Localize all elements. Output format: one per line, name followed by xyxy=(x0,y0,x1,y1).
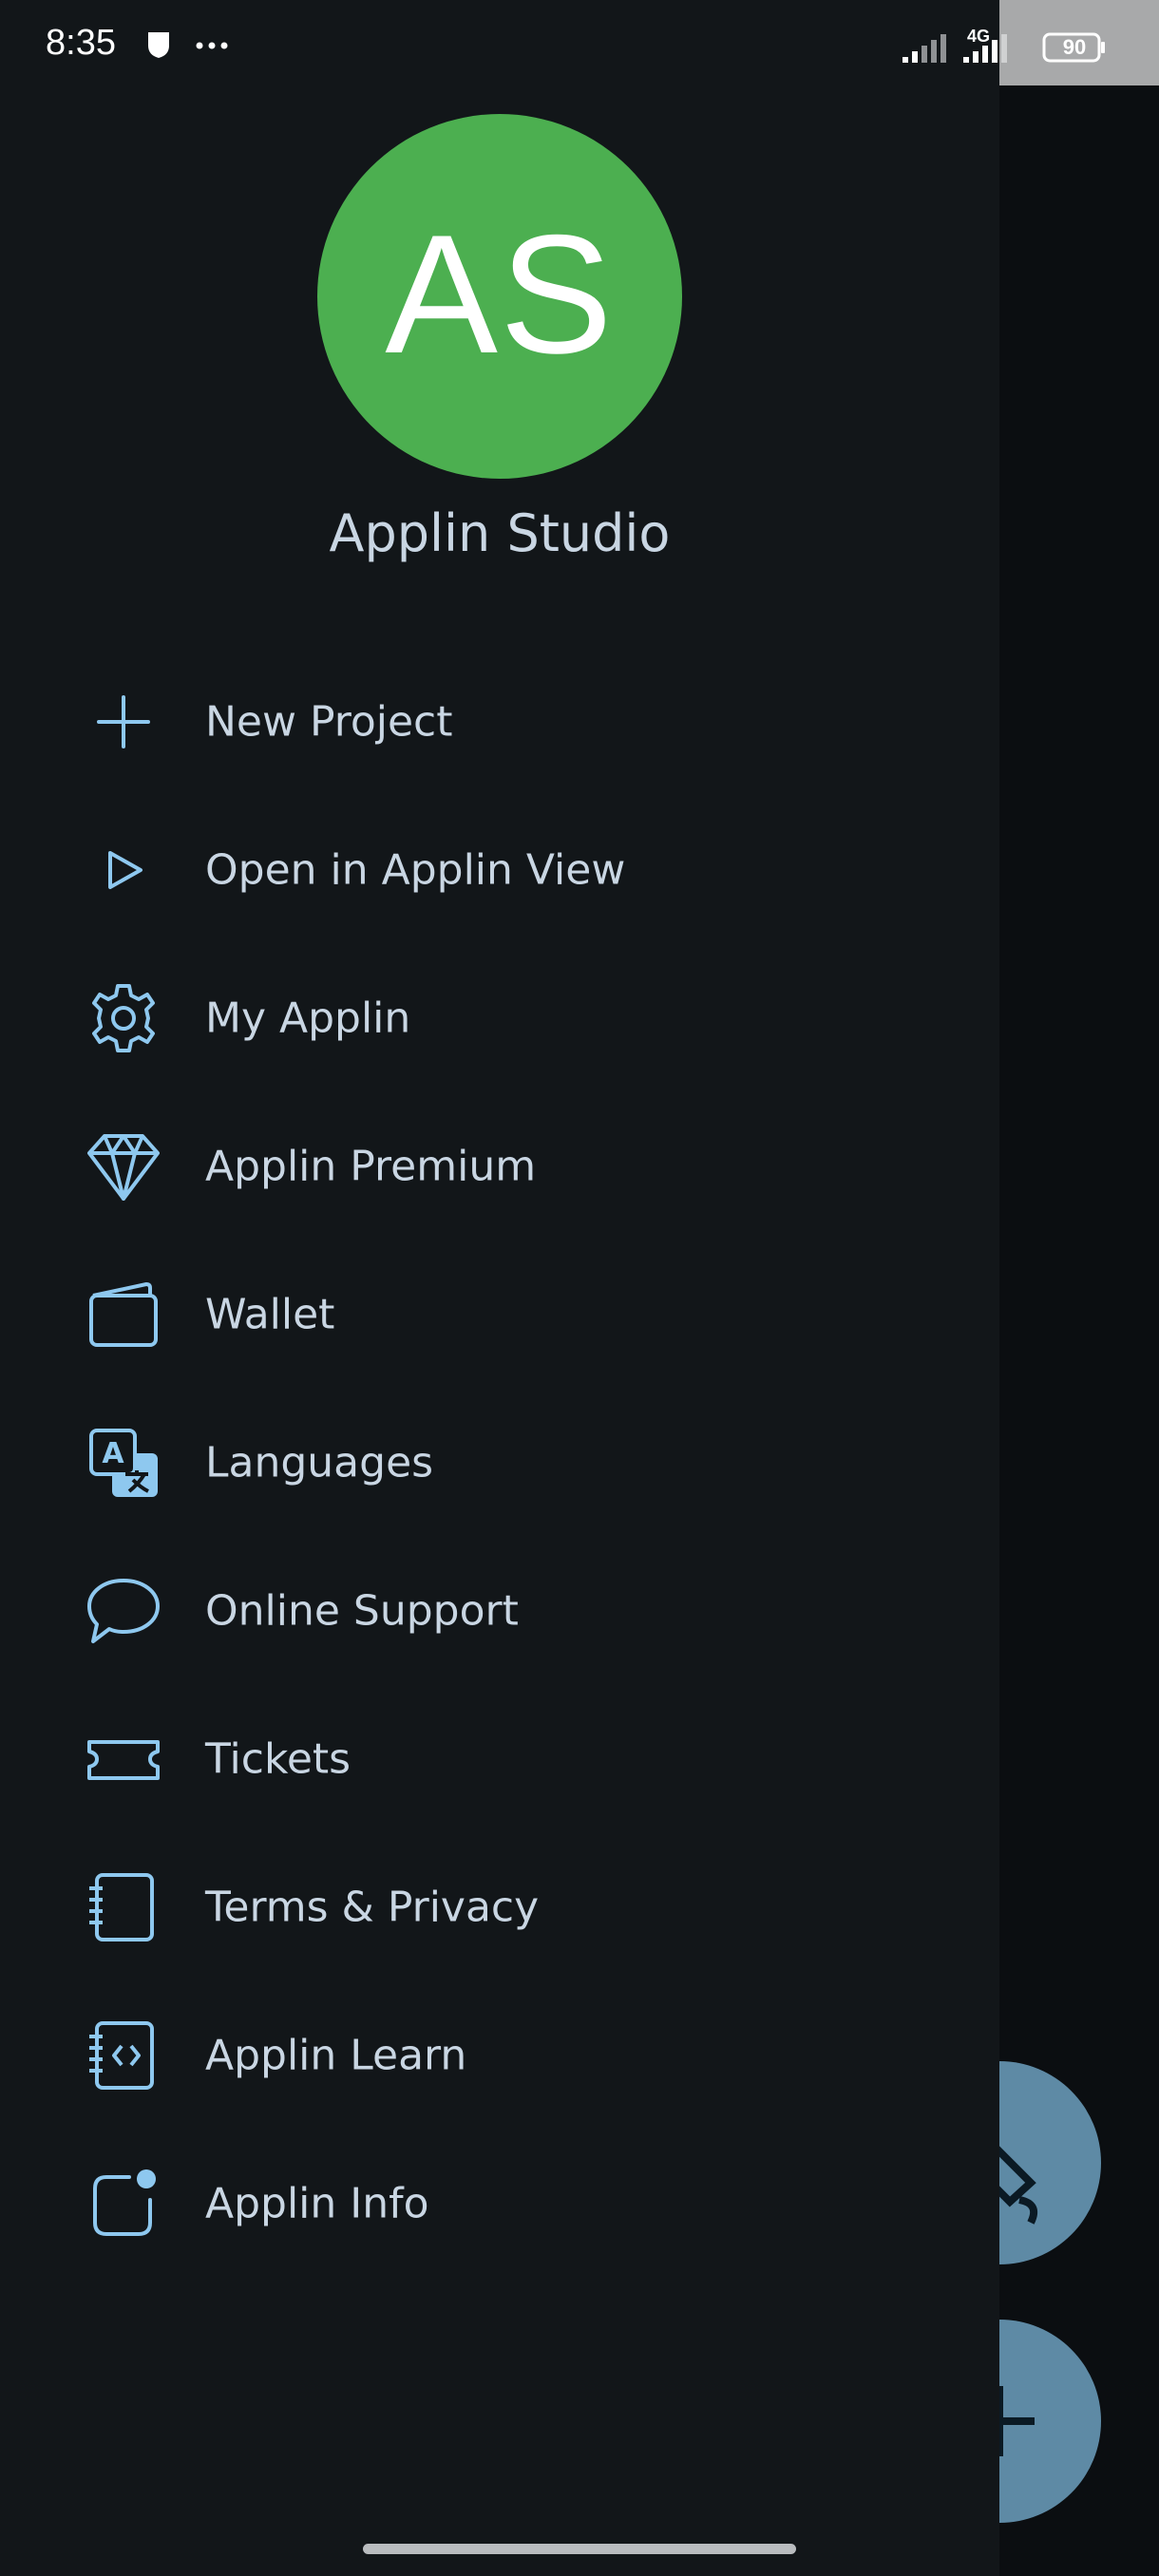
menu-item-label: Applin Premium xyxy=(205,1142,537,1191)
plus-icon xyxy=(86,688,162,756)
menu-item-languages[interactable]: A Languages xyxy=(0,1389,999,1537)
signal-strength-icon: 4G xyxy=(902,28,1007,63)
menu-item-applin-info[interactable]: Applin Info xyxy=(0,2130,999,2278)
menu-item-online-support[interactable]: Online Support xyxy=(0,1537,999,1685)
notification-app-icon xyxy=(86,2169,162,2238)
chat-bubble-icon xyxy=(86,1577,162,1645)
shield-icon xyxy=(148,32,169,58)
wallet-icon xyxy=(86,1280,162,1349)
menu-item-label: My Applin xyxy=(205,994,411,1043)
menu-item-wallet[interactable]: Wallet xyxy=(0,1241,999,1389)
notebook-icon xyxy=(86,1873,162,1941)
diamond-icon xyxy=(86,1132,162,1201)
drawer-menu: New Project Open in Applin View My Appli… xyxy=(0,648,999,2278)
menu-item-label: Wallet xyxy=(205,1290,335,1339)
menu-item-my-applin[interactable]: My Applin xyxy=(0,944,999,1092)
menu-item-label: Open in Applin View xyxy=(205,845,626,895)
menu-item-label: Applin Info xyxy=(205,2179,429,2228)
menu-item-open-in-applin-view[interactable]: Open in Applin View xyxy=(0,796,999,944)
play-icon xyxy=(86,836,162,904)
menu-item-label: Applin Learn xyxy=(205,2031,467,2080)
menu-item-applin-learn[interactable]: Applin Learn xyxy=(0,1981,999,2130)
gear-icon xyxy=(86,984,162,1052)
menu-item-label: Terms & Privacy xyxy=(205,1883,540,1932)
menu-item-terms-privacy[interactable]: Terms & Privacy xyxy=(0,1833,999,1981)
translate-icon: A xyxy=(86,1429,162,1497)
app-screen: 8:35 4G 90 AS Applin Studio New Project … xyxy=(0,0,1159,2576)
ticket-icon xyxy=(86,1725,162,1793)
menu-item-label: New Project xyxy=(205,697,453,747)
avatar[interactable]: AS xyxy=(317,114,682,479)
more-notifications-icon xyxy=(196,42,228,49)
menu-item-new-project[interactable]: New Project xyxy=(0,648,999,796)
status-bar: 8:35 4G 90 xyxy=(0,0,1159,85)
avatar-initials: AS xyxy=(385,199,615,388)
profile-name[interactable]: Applin Studio xyxy=(0,503,999,563)
menu-item-tickets[interactable]: Tickets xyxy=(0,1685,999,1833)
svg-text:A: A xyxy=(102,1437,124,1470)
battery-level: 90 xyxy=(1062,35,1087,59)
navigation-drawer: AS Applin Studio New Project Open in App… xyxy=(0,0,999,2576)
home-indicator[interactable] xyxy=(363,2544,796,2554)
menu-item-applin-premium[interactable]: Applin Premium xyxy=(0,1092,999,1241)
menu-item-label: Languages xyxy=(205,1438,434,1487)
menu-item-label: Online Support xyxy=(205,1586,519,1636)
code-notebook-icon xyxy=(86,2021,162,2090)
menu-item-label: Tickets xyxy=(205,1734,352,1784)
network-type: 4G xyxy=(967,28,990,46)
status-time: 8:35 xyxy=(46,23,116,63)
